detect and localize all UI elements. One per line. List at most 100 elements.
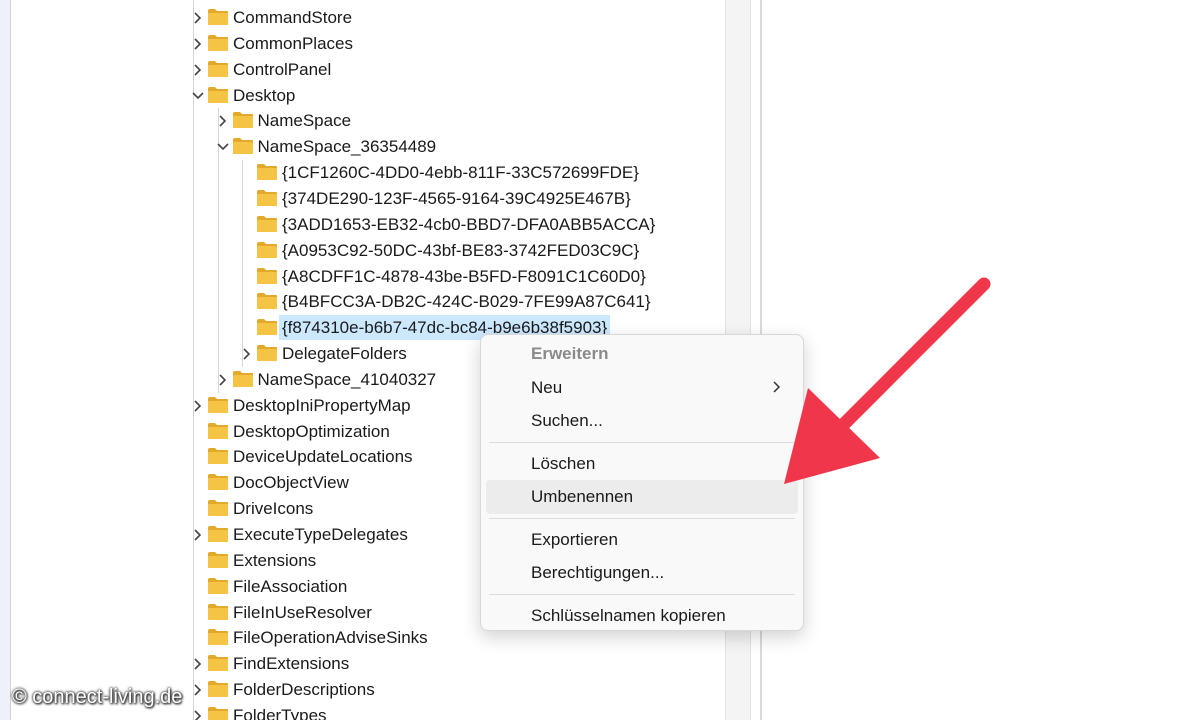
folder-icon <box>256 267 278 285</box>
menu-item-label: Suchen... <box>531 411 603 430</box>
folder-icon <box>207 34 229 52</box>
tree-node[interactable]: {374DE290-123F-4565-9164-39C4925E467B} <box>10 186 725 211</box>
folder-icon <box>256 344 278 362</box>
tree-node[interactable]: {B4BFCC3A-DB2C-424C-B029-7FE99A87C641} <box>10 289 725 314</box>
menu-item-exportieren[interactable]: Exportieren <box>486 523 798 557</box>
watermark: © connect-living.de <box>12 686 183 708</box>
tree-node[interactable]: {1CF1260C-4DD0-4ebb-811F-33C572699FDE} <box>10 160 725 185</box>
menu-item-label: Berechtigungen... <box>531 563 665 582</box>
chevron-right-icon[interactable] <box>190 10 206 26</box>
menu-item-label: Schlüsselnamen kopieren <box>531 605 726 625</box>
folder-icon <box>207 60 229 78</box>
folder-icon <box>207 706 229 720</box>
tree-node[interactable]: CommonPlaces <box>10 31 725 56</box>
chevron-right-icon[interactable] <box>190 62 206 78</box>
chevron-right-icon[interactable] <box>239 346 255 362</box>
folder-icon <box>207 525 229 543</box>
folder-icon <box>256 215 278 233</box>
tree-node-label: CommandStore <box>233 8 353 27</box>
menu-item-erweitern: Erweitern <box>486 337 798 371</box>
folder-icon <box>207 628 229 646</box>
tree-node[interactable]: NameSpace <box>10 108 725 133</box>
chevron-right-icon[interactable] <box>190 708 206 720</box>
chevron-right-icon[interactable] <box>190 398 206 414</box>
chevron-right-icon[interactable] <box>190 656 206 672</box>
chevron-down-icon[interactable] <box>215 139 231 155</box>
tree-node[interactable]: {3ADD1653-EB32-4cb0-BBD7-DFA0ABB5ACCA} <box>10 212 725 237</box>
folder-icon <box>256 292 278 310</box>
menu-item-label: Neu <box>531 377 563 397</box>
tree-node-label: {374DE290-123F-4565-9164-39C4925E467B} <box>282 188 631 208</box>
tree-node-label: NameSpace_41040327 <box>257 369 437 389</box>
folder-icon <box>207 86 229 104</box>
menu-item-suchen[interactable]: Suchen... <box>486 404 798 438</box>
folder-icon <box>207 396 229 414</box>
menu-item-label: Exportieren <box>531 529 618 549</box>
menu-item-label: Umbenennen <box>531 487 634 506</box>
chevron-right-icon[interactable] <box>190 36 206 52</box>
tree-node-label: FileOperationAdviseSinks <box>233 628 428 648</box>
folder-icon <box>256 189 278 207</box>
tree-node-label: {A8CDFF1C-4878-43be-B5FD-F8091C1C60D0} <box>282 266 646 286</box>
chevron-right-icon[interactable] <box>190 682 206 698</box>
chevron-right-icon[interactable] <box>190 527 206 543</box>
tree-node-label: DesktopIniPropertyMap <box>233 395 411 415</box>
tree-node[interactable]: NameSpace_36354489 <box>10 134 725 159</box>
tree-node-label: NameSpace_36354489 <box>257 137 437 157</box>
menu-separator <box>489 593 795 595</box>
folder-icon <box>207 499 229 517</box>
folder-icon <box>256 241 278 259</box>
tree-node[interactable]: Desktop <box>10 83 725 108</box>
menu-item-berechtigungen[interactable]: Berechtigungen... <box>486 556 798 590</box>
chevron-right-icon[interactable] <box>215 113 231 129</box>
tree-node-label: FindExtensions <box>233 654 350 674</box>
folder-icon <box>256 318 278 336</box>
menu-item-label: Erweitern <box>531 344 609 363</box>
tree-node-label: ExecuteTypeDelegates <box>233 525 408 544</box>
tree-node-label: Extensions <box>233 550 317 570</box>
tree-node-label: FileAssociation <box>233 576 348 596</box>
menu-item-neu[interactable]: Neu <box>486 371 798 405</box>
red-arrow-annotation-icon <box>784 277 991 484</box>
folder-icon <box>207 8 229 26</box>
chevron-down-icon[interactable] <box>190 88 206 104</box>
tree-node-label: DocObjectView <box>233 473 349 493</box>
tree-node[interactable]: {A8CDFF1C-4878-43be-B5FD-F8091C1C60D0} <box>10 264 725 289</box>
menu-item-umbenennen[interactable]: Umbenennen <box>486 480 798 514</box>
tree-node-label: {B4BFCC3A-DB2C-424C-B029-7FE99A87C641} <box>282 292 651 312</box>
tree-node-label: DriveIcons <box>233 499 314 519</box>
folder-icon <box>207 603 229 621</box>
folder-icon <box>207 473 229 491</box>
folder-icon <box>232 137 254 155</box>
menu-item-löschen[interactable]: Löschen <box>486 447 798 481</box>
folder-icon <box>207 577 229 595</box>
tree-node-label: DelegateFolders <box>282 344 407 364</box>
menu-item-label: Löschen <box>531 453 596 473</box>
folder-icon <box>207 654 229 672</box>
tree-node-label: FolderDescriptions <box>233 680 375 700</box>
menu-item-schlüsselnamen-kopieren[interactable]: Schlüsselnamen kopieren <box>486 599 798 633</box>
tree-node-label: Desktop <box>233 85 296 105</box>
folder-icon <box>232 370 254 388</box>
tree-node-label: {1CF1260C-4DD0-4ebb-811F-33C572699FDE} <box>282 163 639 183</box>
tree-node[interactable]: ControlPanel <box>10 57 725 82</box>
tree-node-label: FolderTypes <box>233 705 327 720</box>
chevron-right-icon[interactable] <box>215 372 231 388</box>
tree-node[interactable]: CommandStore <box>10 5 725 30</box>
tree-node-label: ControlPanel <box>233 59 332 79</box>
tree-node[interactable]: FindExtensions <box>10 651 725 676</box>
folder-icon <box>207 551 229 569</box>
folder-icon <box>232 111 254 129</box>
tree-node-label: DesktopOptimization <box>233 421 390 441</box>
tree-node-label: {A0953C92-50DC-43bf-BE83-3742FED03C9C} <box>282 240 640 260</box>
menu-separator <box>489 441 795 443</box>
tree-node-label: CommonPlaces <box>233 33 353 53</box>
context-menu: Erweitern Neu Suchen... Löschen Umbenennen Ex… <box>480 334 804 631</box>
tree-node-label: {3ADD1653-EB32-4cb0-BBD7-DFA0ABB5ACCA} <box>282 214 656 234</box>
tree-node[interactable]: {A0953C92-50DC-43bf-BE83-3742FED03C9C} <box>10 238 725 263</box>
folder-icon <box>256 163 278 181</box>
folder-icon <box>207 680 229 698</box>
tree-node-label: DeviceUpdateLocations <box>233 447 413 467</box>
tree-node-label: NameSpace <box>257 111 352 131</box>
menu-separator <box>489 517 795 519</box>
